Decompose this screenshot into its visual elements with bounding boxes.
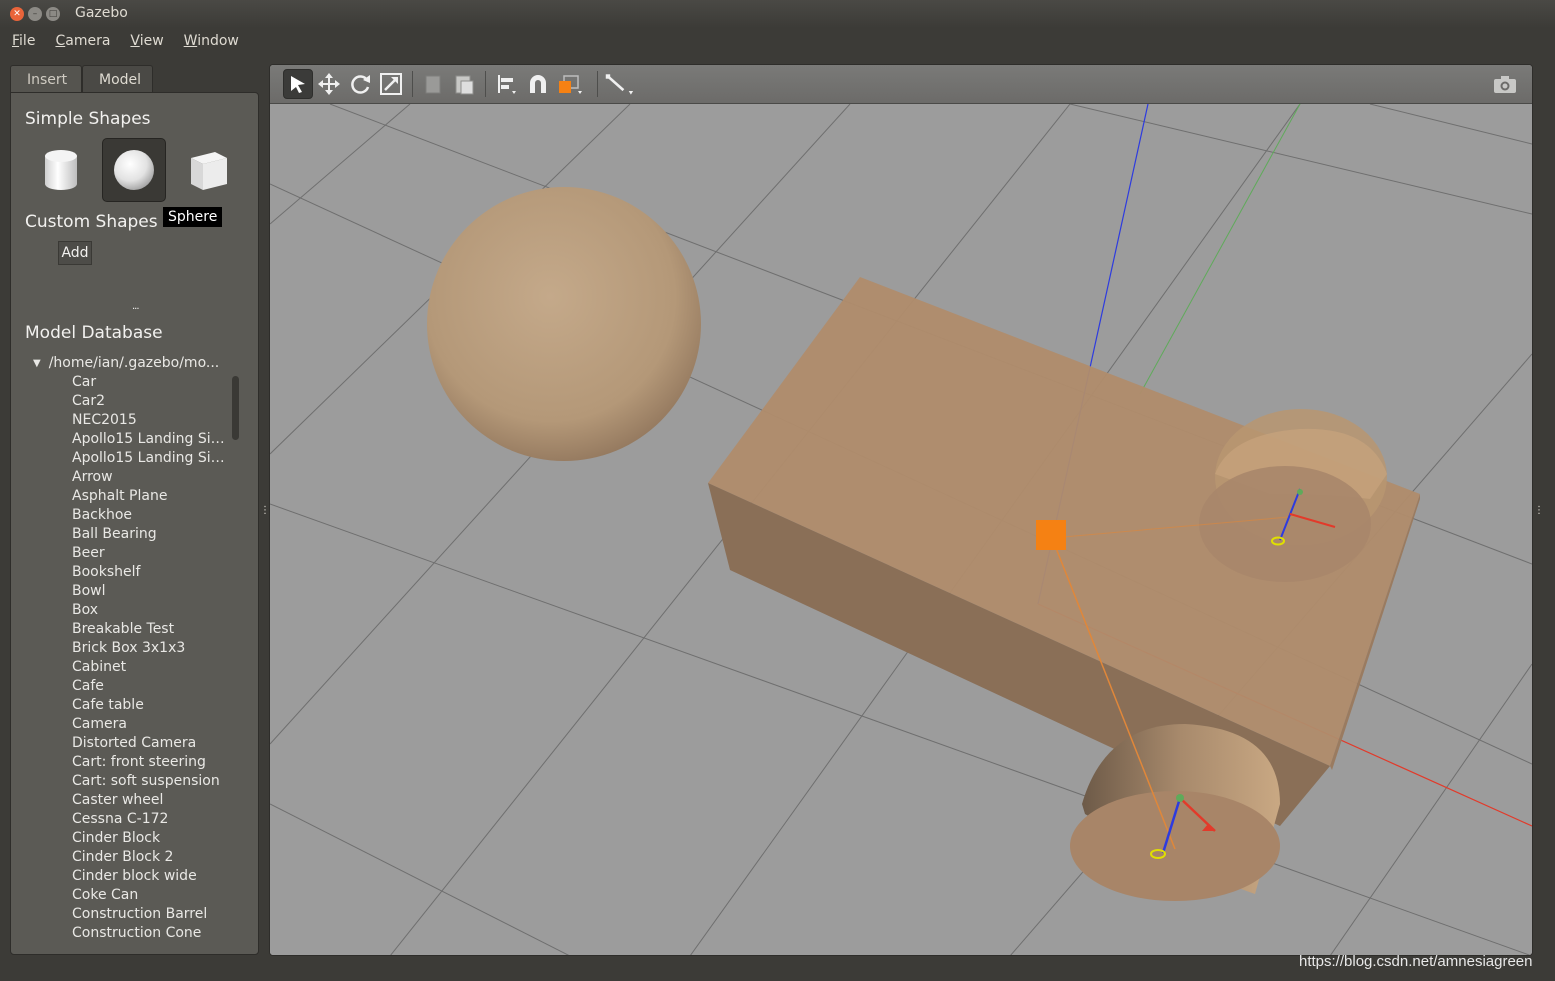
snap-button[interactable]: [523, 69, 553, 99]
model-path-tree-root[interactable]: ▼ /home/ian/.gazebo/mo...: [33, 355, 233, 371]
model-list-item[interactable]: NEC2015: [72, 411, 227, 430]
copy-button[interactable]: [418, 69, 448, 99]
model-list-item[interactable]: Camera: [72, 715, 227, 734]
model-list-item[interactable]: Cabinet: [72, 658, 227, 677]
snap-magnet-icon: [530, 75, 546, 93]
menu-camera[interactable]: Camera: [55, 28, 120, 56]
rotate-icon: [351, 75, 370, 94]
sphere-tooltip: Sphere: [163, 207, 223, 227]
rotate-mode-button[interactable]: [345, 69, 375, 99]
model-list-item[interactable]: Brick Box 3x1x3: [72, 639, 227, 658]
insert-panel: Simple Shapes Custom Shapes Sphere Add .…: [10, 92, 259, 955]
3d-scene[interactable]: [270, 104, 1532, 956]
model-list: Car Car2 NEC2015 Apollo15 Landing Sit... Apo…: [72, 373, 227, 943]
render-view[interactable]: [269, 64, 1533, 956]
align-icon: [498, 75, 516, 94]
model-list-item[interactable]: Car2: [72, 392, 227, 411]
box-shape-button[interactable]: [177, 138, 241, 202]
model-list-item[interactable]: Cart: front steering: [72, 753, 227, 772]
render-toolbar: [270, 65, 1532, 104]
model-list-scrollbar[interactable]: [232, 376, 239, 440]
box-icon: [191, 152, 227, 190]
model-list-item[interactable]: Construction Cone: [72, 924, 227, 943]
model-list-item[interactable]: Cinder Block 2: [72, 848, 227, 867]
model-list-item[interactable]: Caster wheel: [72, 791, 227, 810]
model-list-item[interactable]: Cart: soft suspension: [72, 772, 227, 791]
simple-shapes-title: Simple Shapes: [25, 109, 151, 129]
maximize-window-button[interactable]: □: [46, 7, 60, 21]
model-list-item[interactable]: Distorted Camera: [72, 734, 227, 753]
model-list-item[interactable]: Cessna C-172: [72, 810, 227, 829]
paste-button[interactable]: [449, 69, 479, 99]
select-mode-button[interactable]: [283, 69, 313, 99]
model-list-item[interactable]: Apollo15 Landing Sit...: [72, 449, 227, 468]
model-list-item[interactable]: Bowl: [72, 582, 227, 601]
menu-view[interactable]: View: [130, 28, 173, 56]
menu-bar: File Camera View Window: [0, 28, 1555, 56]
link-origin-marker[interactable]: [1036, 520, 1066, 550]
right-splitter-handle[interactable]: ⋮: [1534, 505, 1544, 516]
scale-icon: [380, 73, 402, 95]
sphere-shape-button[interactable]: [102, 138, 166, 202]
panel-splitter-handle[interactable]: ...: [132, 301, 139, 312]
model-list-item[interactable]: Cinder block wide: [72, 867, 227, 886]
add-custom-shape-button[interactable]: Add: [58, 241, 92, 265]
close-window-button[interactable]: ✕: [10, 7, 24, 21]
custom-shapes-title: Custom Shapes: [25, 212, 158, 232]
left-panel-tabs: Insert Model: [10, 65, 153, 93]
joint-icon: [605, 74, 634, 95]
joint-button[interactable]: [604, 69, 634, 99]
select-arrow-icon: [291, 76, 305, 93]
screenshot-camera-icon: [1494, 76, 1516, 93]
gazebo-window: ✕ – □ Gazebo File Camera View Window Ins…: [0, 0, 1555, 981]
model-list-item[interactable]: Bookshelf: [72, 563, 227, 582]
cylinder-shape-button[interactable]: [29, 138, 93, 202]
model-list-item[interactable]: Apollo15 Landing Sit...: [72, 430, 227, 449]
cylinder-icon: [45, 150, 77, 190]
align-button[interactable]: [492, 69, 522, 99]
model-list-item[interactable]: Box: [72, 601, 227, 620]
view-angle-button[interactable]: [554, 69, 584, 99]
screenshot-button[interactable]: [1490, 69, 1520, 99]
sphere-icon: [114, 150, 154, 190]
expand-arrow-icon[interactable]: ▼: [33, 355, 41, 371]
menu-file[interactable]: File: [12, 28, 45, 56]
tab-model[interactable]: Model: [82, 65, 153, 93]
view-angle-icon: [559, 75, 582, 94]
tab-insert[interactable]: Insert: [10, 65, 82, 93]
watermark-text: https://blog.csdn.net/amnesiagreen: [1299, 953, 1533, 970]
model-list-item[interactable]: Arrow: [72, 468, 227, 487]
translate-mode-button[interactable]: [314, 69, 344, 99]
model-list-item[interactable]: Construction Barrel: [72, 905, 227, 924]
minimize-window-button[interactable]: –: [28, 7, 42, 21]
model-list-item[interactable]: Ball Bearing: [72, 525, 227, 544]
title-bar: ✕ – □ Gazebo: [0, 0, 1555, 28]
translate-icon: [318, 73, 340, 95]
menu-window[interactable]: Window: [184, 28, 249, 56]
paste-icon: [455, 75, 474, 95]
model-list-item[interactable]: Cafe: [72, 677, 227, 696]
model-database-title: Model Database: [25, 323, 163, 343]
model-list-item[interactable]: Backhoe: [72, 506, 227, 525]
model-list-item[interactable]: Breakable Test: [72, 620, 227, 639]
sphere-model[interactable]: [427, 187, 701, 461]
model-path-label: /home/ian/.gazebo/mo...: [48, 355, 220, 371]
model-list-item[interactable]: Cafe table: [72, 696, 227, 715]
model-list-item[interactable]: Asphalt Plane: [72, 487, 227, 506]
window-title: Gazebo: [75, 5, 128, 21]
model-list-item[interactable]: Cinder Block: [72, 829, 227, 848]
copy-icon: [425, 75, 441, 94]
model-list-item[interactable]: Beer: [72, 544, 227, 563]
model-list-item[interactable]: Car: [72, 373, 227, 392]
scale-mode-button[interactable]: [376, 69, 406, 99]
model-list-item[interactable]: Coke Can: [72, 886, 227, 905]
